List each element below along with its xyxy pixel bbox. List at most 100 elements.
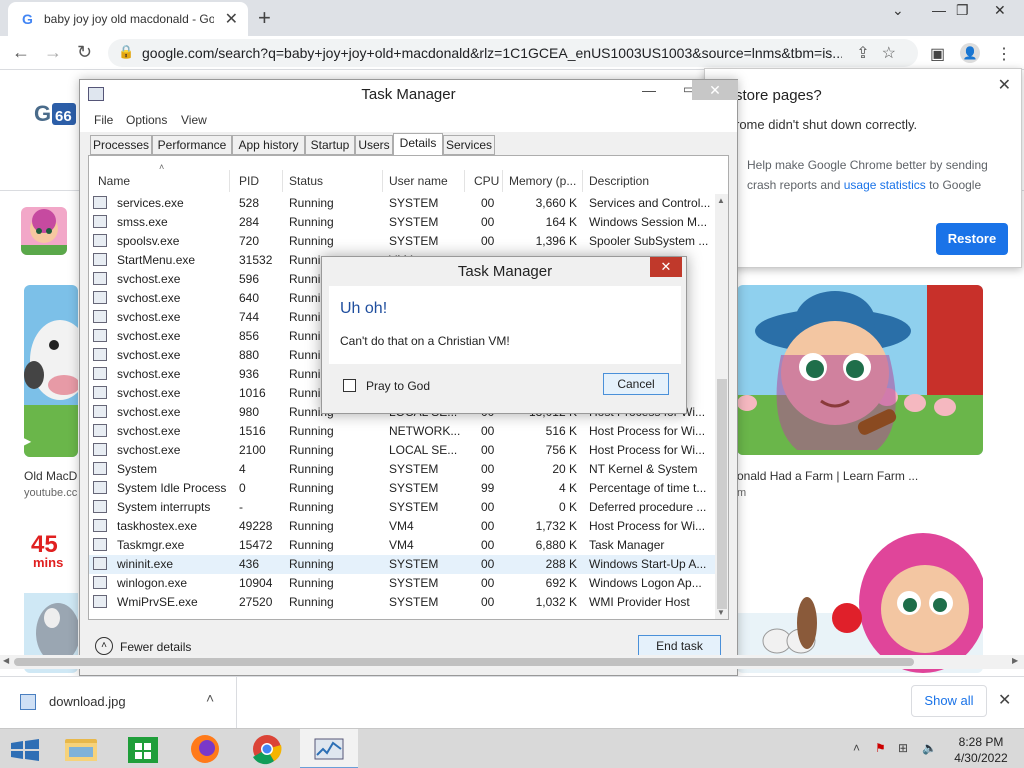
tab-search-chevron-icon[interactable]: ⌄ (892, 2, 904, 19)
tab-close-icon[interactable]: ✕ (225, 9, 238, 29)
table-row[interactable]: System Idle Process 0 Running SYSTEM 99 4 K Pe… (89, 479, 715, 498)
tm-vertical-scrollbar[interactable]: ▲ ▼ (715, 194, 728, 619)
process-icon (93, 329, 107, 342)
restore-button[interactable]: Restore (936, 223, 1008, 255)
table-row[interactable]: winlogon.exe 10904 Running SYSTEM 00 692 K Win… (89, 574, 715, 593)
table-row[interactable]: taskhostex.exe 49228 Running VM4 00 1,732 K Ho… (89, 517, 715, 536)
tab-services[interactable]: Services (443, 135, 495, 155)
scroll-down-icon[interactable]: ▼ (717, 608, 725, 617)
forward-arrow-icon[interactable]: → (44, 42, 62, 63)
fewer-details-link[interactable]: Fewer details (120, 640, 191, 654)
col-cpu[interactable]: CPU (474, 174, 499, 188)
table-row[interactable]: svchost.exe 1516 Running NETWORK... 00 516 K H… (89, 422, 715, 441)
tab-performance[interactable]: Performance (152, 135, 232, 155)
network-icon[interactable]: ⊞ (898, 741, 908, 755)
shelf-close-icon[interactable]: ✕ (998, 690, 1011, 710)
tab-startup[interactable]: Startup (305, 135, 355, 155)
table-row[interactable]: WmiPrvSE.exe 27520 Running SYSTEM 00 1,032 K W… (89, 593, 715, 612)
profile-avatar-icon[interactable]: 👤 (960, 43, 980, 63)
tab-users[interactable]: Users (355, 135, 393, 155)
related-search-thumbnail[interactable] (21, 207, 67, 255)
process-icon (93, 519, 107, 532)
menu-view[interactable]: View (181, 113, 207, 127)
google-doodle-logo[interactable]: G 66 (34, 99, 80, 127)
chevron-up-icon[interactable]: ˄ (206, 690, 214, 706)
taskbar-clock[interactable]: 8:28 PM 4/30/2022 (946, 734, 1016, 766)
play-icon[interactable]: ▶ (22, 434, 31, 448)
volume-icon[interactable]: 🔈 (922, 741, 937, 755)
table-row[interactable]: svchost.exe 2100 Running LOCAL SE... 00 756 K… (89, 441, 715, 460)
table-row[interactable]: services.exe 528 Running SYSTEM 00 3,660 K Ser… (89, 194, 715, 213)
reload-icon[interactable]: ↻ (77, 42, 92, 63)
taskbar-store[interactable] (114, 729, 172, 768)
process-icon (93, 595, 107, 608)
taskbar-chrome[interactable] (238, 729, 296, 768)
taskbar-firefox[interactable] (176, 729, 234, 768)
tray-chevron-icon[interactable]: ˄ (853, 741, 860, 755)
table-row[interactable]: wininit.exe 436 Running SYSTEM 00 288 K Window… (89, 555, 715, 574)
side-panel-icon[interactable]: ▣ (930, 44, 945, 64)
back-arrow-icon[interactable]: ← (12, 42, 30, 63)
browser-tab[interactable]: G baby joy joy old macdonald - Go ✕ (8, 2, 248, 36)
table-row[interactable]: System interrupts - Running SYSTEM 00 0 K Defe… (89, 498, 715, 517)
restore-window-icon[interactable]: ❐ (956, 2, 969, 19)
col-memory[interactable]: Memory (p... (509, 174, 576, 188)
menu-file[interactable]: File (94, 113, 113, 127)
taskbar-task-manager[interactable] (300, 729, 358, 768)
show-all-button[interactable]: Show all (911, 685, 987, 717)
cell-cpu: 00 (481, 595, 495, 609)
download-filename[interactable]: download.jpg (49, 694, 126, 709)
bubble-close-icon[interactable]: ✕ (998, 75, 1011, 95)
col-description[interactable]: Description (589, 174, 649, 188)
lock-icon[interactable]: 🔒 (118, 44, 134, 60)
cell-user: SYSTEM (389, 215, 439, 229)
table-row[interactable]: Taskmgr.exe 15472 Running VM4 00 6,880 K Task … (89, 536, 715, 555)
minimize-icon[interactable]: — (932, 2, 946, 18)
table-row[interactable]: smss.exe 284 Running SYSTEM 00 164 K Windows S… (89, 213, 715, 232)
col-user[interactable]: User name (389, 174, 448, 188)
page-scroll-thumb[interactable] (14, 658, 914, 666)
tm-scroll-thumb[interactable] (717, 379, 727, 609)
right-card-title[interactable]: onald Had a Farm | Learn Farm ... (737, 469, 918, 483)
tm-titlebar[interactable]: Task Manager — ▭ ✕ (80, 80, 738, 110)
scroll-right-icon[interactable]: ▶ (1012, 656, 1018, 665)
cell-pid: 31532 (239, 253, 273, 267)
checkbox-label[interactable]: Pray to God (366, 379, 430, 393)
close-window-icon[interactable]: ✕ (994, 2, 1006, 19)
address-bar[interactable]: 🔒 google.com/search?q=baby+joy+joy+old+m… (108, 39, 918, 67)
pray-to-god-checkbox[interactable] (343, 379, 356, 392)
tab-processes[interactable]: Processes (90, 135, 152, 155)
result-image-pink-character[interactable] (737, 523, 983, 673)
end-task-button[interactable]: End task (638, 635, 721, 657)
scroll-left-icon[interactable]: ◀ (3, 656, 9, 665)
result-image-farm-girl[interactable] (737, 285, 983, 455)
col-status[interactable]: Status (289, 174, 323, 188)
taskbar-file-explorer[interactable] (52, 729, 110, 768)
chevron-up-circle-icon[interactable]: ˄ (95, 637, 113, 655)
tm-close-icon[interactable]: ✕ (692, 80, 738, 100)
menu-kebab-icon[interactable]: ⋮ (996, 44, 1012, 64)
usage-statistics-link[interactable]: usage statistics (844, 178, 926, 192)
dialog-close-icon[interactable]: ✕ (650, 257, 682, 277)
scroll-up-icon[interactable]: ▲ (717, 196, 725, 205)
tab-details[interactable]: Details (393, 133, 443, 156)
menu-options[interactable]: Options (126, 113, 167, 127)
start-button[interactable] (0, 729, 58, 768)
bookmark-star-icon[interactable]: ☆ (882, 45, 908, 62)
col-pid[interactable]: PID (239, 174, 259, 188)
tm-minimize-icon[interactable]: — (642, 82, 656, 98)
table-row[interactable]: System 4 Running SYSTEM 00 20 K NT Kernel & Sy… (89, 460, 715, 479)
url-text[interactable]: google.com/search?q=baby+joy+joy+old+mac… (142, 45, 842, 61)
left-card-title[interactable]: Old MacD (24, 469, 77, 483)
cancel-button[interactable]: Cancel (603, 373, 669, 395)
windows-logo-icon[interactable] (0, 729, 58, 768)
new-tab-icon[interactable]: + (258, 5, 271, 31)
restore-message: rome didn't shut down correctly. (735, 117, 918, 132)
table-row[interactable]: spoolsv.exe 720 Running SYSTEM 00 1,396 K Spoo… (89, 232, 715, 251)
tab-app-history[interactable]: App history (232, 135, 305, 155)
share-icon[interactable]: ⇪ (856, 45, 881, 62)
page-horizontal-scrollbar[interactable]: ◀ ▶ (0, 655, 1024, 669)
action-center-flag-icon[interactable]: ⚑ (875, 741, 886, 755)
result-image-cow[interactable] (24, 285, 78, 457)
col-name[interactable]: Name (98, 174, 130, 188)
